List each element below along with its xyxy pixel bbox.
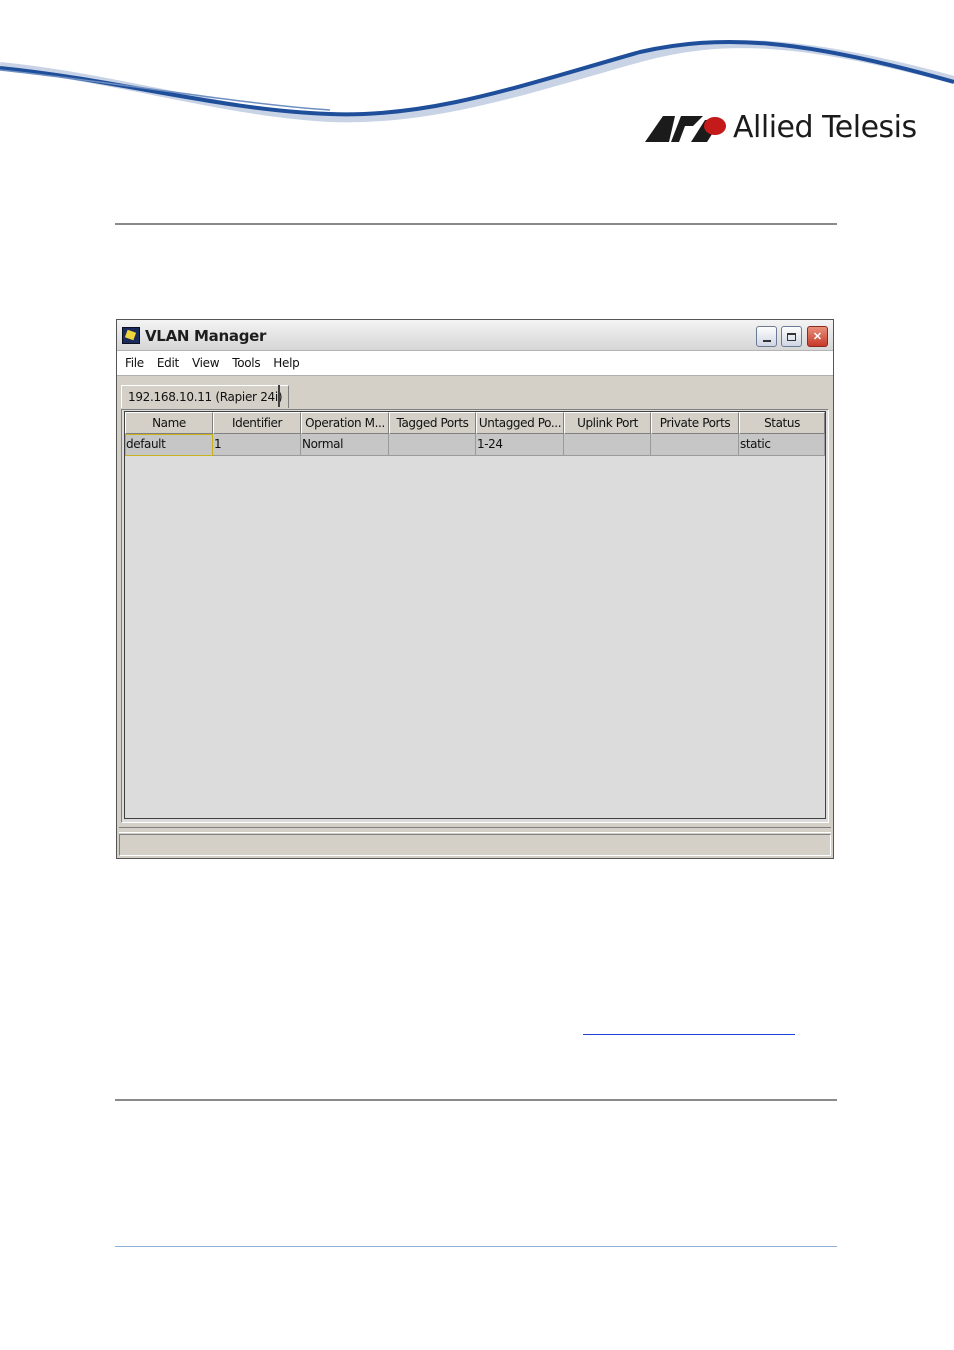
menu-tools[interactable]: Tools [232,356,260,370]
cell-tagged-ports[interactable] [389,434,476,456]
close-button[interactable]: ✕ [807,326,828,347]
cell-status[interactable]: static [739,434,825,456]
column-header-uplink-port[interactable]: Uplink Port [564,412,651,434]
cell-private-ports[interactable] [651,434,739,456]
menu-help[interactable]: Help [273,356,299,370]
cell-uplink-port[interactable] [564,434,651,456]
table-header: Name Identifier Operation M... Tagged Po… [125,412,825,434]
menu-bar: File Edit View Tools Help [117,351,833,376]
cell-name[interactable]: default [125,434,213,456]
status-separator [119,827,831,833]
cell-untagged-ports[interactable]: 1-24 [476,434,564,456]
hyperlink-underline[interactable] [583,1034,795,1035]
cell-operation-mode[interactable]: Normal [301,434,389,456]
minimize-button[interactable] [756,326,777,347]
column-header-name[interactable]: Name [125,412,213,434]
logo-wordmark: Allied Telesis [733,110,917,145]
tab-row: 192.168.10.11 (Rapier 24i) [117,376,833,409]
app-icon [122,327,140,344]
menu-file[interactable]: File [125,356,144,370]
menu-edit[interactable]: Edit [157,356,179,370]
column-header-untagged-ports[interactable]: Untagged Po... [476,412,564,434]
table-row[interactable]: default 1 Normal 1-24 static [125,434,825,456]
top-divider [115,223,837,225]
column-header-private-ports[interactable]: Private Ports [651,412,739,434]
vlan-manager-window: VLAN Manager ✕ File Edit View Tools Help… [116,319,834,859]
middle-divider [115,1099,837,1101]
vlan-table: Name Identifier Operation M... Tagged Po… [124,411,826,819]
column-header-operation-mode[interactable]: Operation M... [301,412,389,434]
vlan-table-panel: Name Identifier Operation M... Tagged Po… [121,409,829,823]
maximize-icon [787,332,796,341]
allied-telesis-logo-mark-icon [645,116,726,142]
minimize-icon [762,339,771,342]
title-bar[interactable]: VLAN Manager ✕ [117,320,833,351]
tab-shadow [278,385,280,407]
column-header-identifier[interactable]: Identifier [213,412,301,434]
window-title: VLAN Manager [145,327,267,345]
tab-device[interactable]: 192.168.10.11 (Rapier 24i) [121,385,290,408]
allied-telesis-logo: Allied Telesis [645,108,917,148]
status-bar [119,834,831,856]
menu-view[interactable]: View [192,356,220,370]
close-icon: ✕ [812,331,823,343]
footer-divider [115,1246,837,1247]
maximize-button[interactable] [781,326,802,347]
column-header-tagged-ports[interactable]: Tagged Ports [389,412,476,434]
cell-identifier[interactable]: 1 [213,434,301,456]
column-header-status[interactable]: Status [739,412,825,434]
